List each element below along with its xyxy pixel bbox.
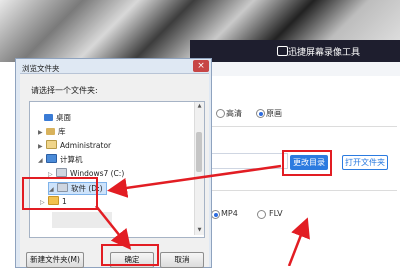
arrow-to-ok [95,205,132,250]
arrow-to-folder [107,164,282,198]
annotation-arrows [95,164,310,266]
arrow-to-change-dir [287,217,310,266]
